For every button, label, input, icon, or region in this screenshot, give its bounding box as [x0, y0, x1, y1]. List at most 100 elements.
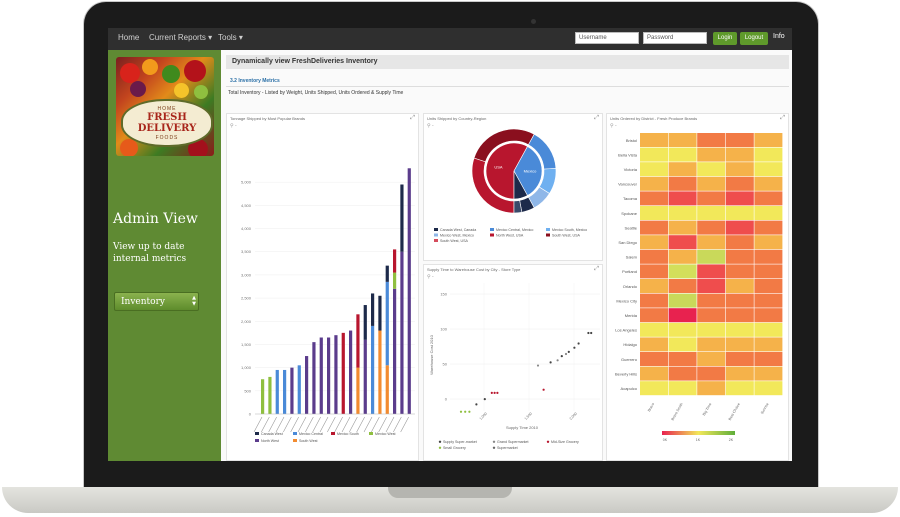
x-tick-label: [268, 416, 277, 433]
y-tick-label: 1,000: [241, 365, 252, 370]
legend-label: Mexico South: [337, 432, 359, 436]
x-tick-label: 1,500: [524, 412, 533, 421]
heatmap-cell: [640, 191, 668, 206]
sidebar-title: Admin View: [113, 211, 198, 227]
heatmap-cell: [697, 337, 726, 352]
nav-current-reports[interactable]: Current Reports ▾: [149, 33, 212, 42]
y-tick-label: 1,500: [241, 342, 252, 347]
bar: [312, 342, 316, 414]
x-tick-label: [363, 416, 373, 433]
legend-swatch: [293, 432, 297, 435]
logout-button[interactable]: Logout: [740, 32, 768, 45]
heatmap-cell: [725, 337, 754, 352]
select-arrows-icon: ▲ ▼: [192, 295, 196, 307]
data-point: [560, 355, 563, 358]
row-label: Orlando: [623, 284, 638, 289]
heatmap-cell: [668, 293, 697, 308]
laptop-notch: [388, 487, 512, 498]
nav-home[interactable]: Home: [118, 33, 139, 42]
password-input[interactable]: Password: [643, 32, 707, 44]
data-point: [587, 331, 590, 335]
x-tick-label: [393, 416, 402, 433]
row-label: Bella Vista: [618, 152, 638, 157]
heatmap-cell: [640, 249, 668, 264]
heatmap-cell: [640, 133, 668, 147]
legend-label: South West, USA: [552, 234, 581, 238]
sidebar-description: View up to date internal metrics: [113, 242, 187, 264]
heatmap-cell: [697, 162, 726, 177]
bar: [378, 330, 382, 414]
heatmap-cell: [725, 279, 754, 293]
bar: [268, 376, 272, 414]
heatmap-cell: [668, 133, 697, 147]
x-tick-label: [261, 416, 270, 433]
row-label: Mexico City: [616, 298, 637, 303]
heatmap-cell: [668, 162, 697, 177]
heatmap-cell: [754, 322, 783, 337]
bar: [393, 249, 397, 273]
login-button[interactable]: Login: [713, 32, 737, 45]
heatmap-cell: [668, 381, 697, 396]
y-tick-label: 3,500: [241, 249, 252, 254]
legend-label: North West: [261, 439, 279, 443]
heatmap-cell: [668, 308, 697, 323]
x-tick-label: 1,000: [479, 412, 488, 421]
y-tick-label: 4,500: [241, 203, 252, 208]
pie-chart: USA Mexico Canada West, Canada Mexico Centr…: [434, 128, 587, 243]
row-label: Seattle: [625, 225, 638, 230]
x-tick-label: [290, 416, 299, 433]
heatmap-cell: [725, 133, 754, 147]
data-point: [542, 388, 545, 391]
heatmap-cell: [668, 264, 697, 279]
bar: [400, 184, 404, 252]
data-point: [490, 391, 493, 394]
data-point: [549, 361, 552, 364]
bar: [378, 295, 382, 331]
x-tick-label: [341, 416, 351, 433]
legend-label: Supermarket: [497, 446, 518, 450]
data-point: [573, 346, 576, 349]
bar: [341, 332, 345, 414]
heatmap-cell: [725, 322, 754, 337]
bar: [305, 356, 309, 414]
y-tick-label: 0: [445, 397, 448, 402]
row-label: Los Angeles: [615, 328, 637, 333]
heatmap-cell: [725, 352, 754, 366]
bar-chart-panel: Tonnage Shipped by Most Popular Brands ⤢…: [226, 113, 419, 461]
heatmap-cell: [640, 147, 668, 162]
heatmap-cell: [668, 352, 697, 366]
section-heading[interactable]: 3.2 Inventory Metrics: [230, 78, 280, 84]
heatmap-cell: [725, 191, 754, 206]
heatmap-cell: [640, 366, 668, 381]
heatmap-cell: [725, 249, 754, 264]
column-label: Big Time: [702, 402, 712, 416]
heatmap-cell: [668, 206, 697, 220]
heatmap-cell: [640, 381, 668, 396]
bar: [275, 369, 279, 414]
x-tick-label: [356, 416, 365, 433]
heatmap-cell: [668, 366, 697, 381]
data-point: [496, 391, 499, 394]
x-tick-label: [319, 416, 329, 433]
info-link[interactable]: Info: [773, 33, 785, 40]
legend-marker: [546, 440, 550, 443]
data-point: [564, 352, 568, 356]
pie-label: Mexico: [524, 169, 537, 174]
bar: [327, 337, 331, 414]
bar: [356, 367, 360, 414]
view-select[interactable]: Inventory ▲ ▼: [114, 292, 199, 311]
heatmap-cell: [697, 235, 726, 250]
data-point: [483, 398, 486, 401]
heatmap-cell: [697, 147, 726, 162]
username-input[interactable]: Username: [575, 32, 639, 44]
heatmap-cell: [754, 206, 783, 220]
row-label: Bristol: [626, 138, 637, 143]
data-point: [475, 403, 478, 406]
nav-tools[interactable]: Tools ▾: [218, 33, 243, 42]
x-tick-label: [312, 416, 321, 433]
heatmap-cell: [697, 352, 726, 366]
x-tick-label: [378, 416, 387, 433]
column-label: Bravo: [647, 402, 655, 412]
y-tick-label: 5,000: [241, 180, 252, 185]
legend-swatch: [434, 228, 438, 231]
